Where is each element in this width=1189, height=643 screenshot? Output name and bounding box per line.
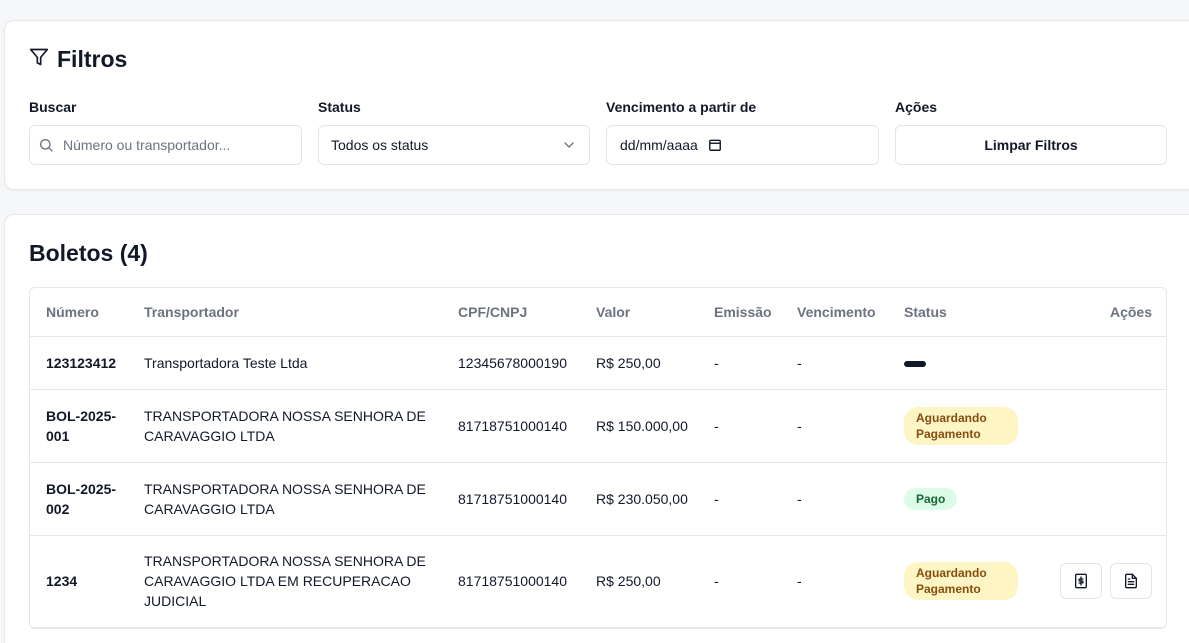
cell-vencimento: - (789, 336, 896, 390)
chevron-down-icon (561, 137, 577, 153)
filters-title: Filtros (29, 46, 127, 73)
table-row[interactable]: BOL-2025-001 TRANSPORTADORA NOSSA SENHOR… (30, 389, 1166, 463)
dollar-file-icon (1073, 573, 1089, 589)
status-label: Status (318, 99, 361, 115)
boletos-table: Número Transportador CPF/CNPJ Valor Emis… (29, 287, 1167, 629)
search-icon (38, 137, 54, 153)
cell-status (896, 336, 1036, 390)
col-header-cnpj: CPF/CNPJ (450, 288, 588, 337)
cell-valor: R$ 250,00 (588, 535, 706, 628)
search-label: Buscar (29, 99, 77, 115)
table-row[interactable]: 123123412 Transportadora Teste Ltda 1234… (30, 336, 1166, 390)
cell-numero: 123123412 (30, 336, 136, 390)
status-badge: Pago (904, 487, 958, 510)
table-row[interactable]: 1234 TRANSPORTADORA NOSSA SENHORA DE CAR… (30, 535, 1166, 628)
cell-acoes (1036, 462, 1166, 536)
filters-card: Filtros Buscar Status Vencimento a parti… (4, 20, 1189, 190)
cell-status: Pago (896, 462, 1036, 536)
col-header-vencimento: Vencimento (789, 288, 896, 337)
due-date-value: dd/mm/aaaa (620, 137, 698, 153)
col-header-acoes: Ações (1036, 288, 1166, 337)
cell-cnpj: 12345678000190 (450, 336, 588, 390)
cell-acoes (1036, 389, 1166, 463)
boletos-title: Boletos (4) (29, 240, 148, 266)
table-row[interactable]: BOL-2025-002 TRANSPORTADORA NOSSA SENHOR… (30, 462, 1166, 536)
cell-vencimento: - (789, 462, 896, 536)
cell-vencimento: - (789, 535, 896, 628)
pay-boleto-button[interactable] (1060, 563, 1102, 599)
cell-valor: R$ 230.050,00 (588, 462, 706, 536)
clear-filters-button[interactable]: Limpar Filtros (895, 125, 1167, 165)
col-header-numero: Número (30, 288, 136, 337)
cell-transportador: TRANSPORTADORA NOSSA SENHORA DE CARAVAGG… (136, 389, 450, 463)
cell-emissao: - (706, 336, 789, 390)
cell-cnpj: 81718751000140 (450, 462, 588, 536)
cell-transportador: TRANSPORTADORA NOSSA SENHORA DE CARAVAGG… (136, 462, 450, 536)
search-field[interactable] (29, 125, 302, 165)
due-date-input[interactable]: dd/mm/aaaa (606, 125, 879, 165)
cell-emissao: - (706, 462, 789, 536)
cell-transportador: TRANSPORTADORA NOSSA SENHORA DE CARAVAGG… (136, 535, 450, 628)
due-date-label: Vencimento a partir de (606, 99, 757, 115)
file-text-icon (1123, 573, 1139, 589)
col-header-emissao: Emissão (706, 288, 789, 337)
cell-numero: BOL-2025-001 (30, 389, 136, 463)
search-input[interactable] (63, 137, 283, 153)
status-badge (904, 360, 926, 367)
calendar-icon[interactable] (708, 138, 722, 152)
boletos-card: Boletos (4) Número Transportador CPF/CNP… (4, 214, 1189, 643)
cell-cnpj: 81718751000140 (450, 389, 588, 463)
view-document-button[interactable] (1110, 563, 1152, 599)
cell-emissao: - (706, 389, 789, 463)
cell-status: Aguardando Pagamento (896, 389, 1036, 463)
status-badge: Aguardando Pagamento (904, 406, 1018, 445)
cell-emissao: - (706, 535, 789, 628)
col-header-transportador: Transportador (136, 288, 450, 337)
status-select[interactable]: Todos os status (318, 125, 590, 165)
cell-cnpj: 81718751000140 (450, 535, 588, 628)
filters-title-text: Filtros (57, 46, 128, 72)
col-header-valor: Valor (588, 288, 706, 337)
cell-numero: BOL-2025-002 (30, 462, 136, 536)
status-select-value: Todos os status (331, 137, 429, 153)
table-header-row: Número Transportador CPF/CNPJ Valor Emis… (30, 288, 1166, 337)
cell-acoes (1036, 336, 1166, 390)
actions-label: Ações (895, 99, 938, 115)
status-badge: Aguardando Pagamento (904, 562, 1018, 600)
cell-numero: 1234 (30, 535, 136, 628)
cell-transportador: Transportadora Teste Ltda (136, 336, 450, 390)
cell-valor: R$ 250,00 (588, 336, 706, 390)
cell-acoes (1036, 535, 1166, 628)
cell-vencimento: - (789, 389, 896, 463)
col-header-status: Status (896, 288, 1036, 337)
cell-status: Aguardando Pagamento (896, 535, 1036, 628)
cell-valor: R$ 150.000,00 (588, 389, 706, 463)
filter-icon (29, 46, 49, 73)
